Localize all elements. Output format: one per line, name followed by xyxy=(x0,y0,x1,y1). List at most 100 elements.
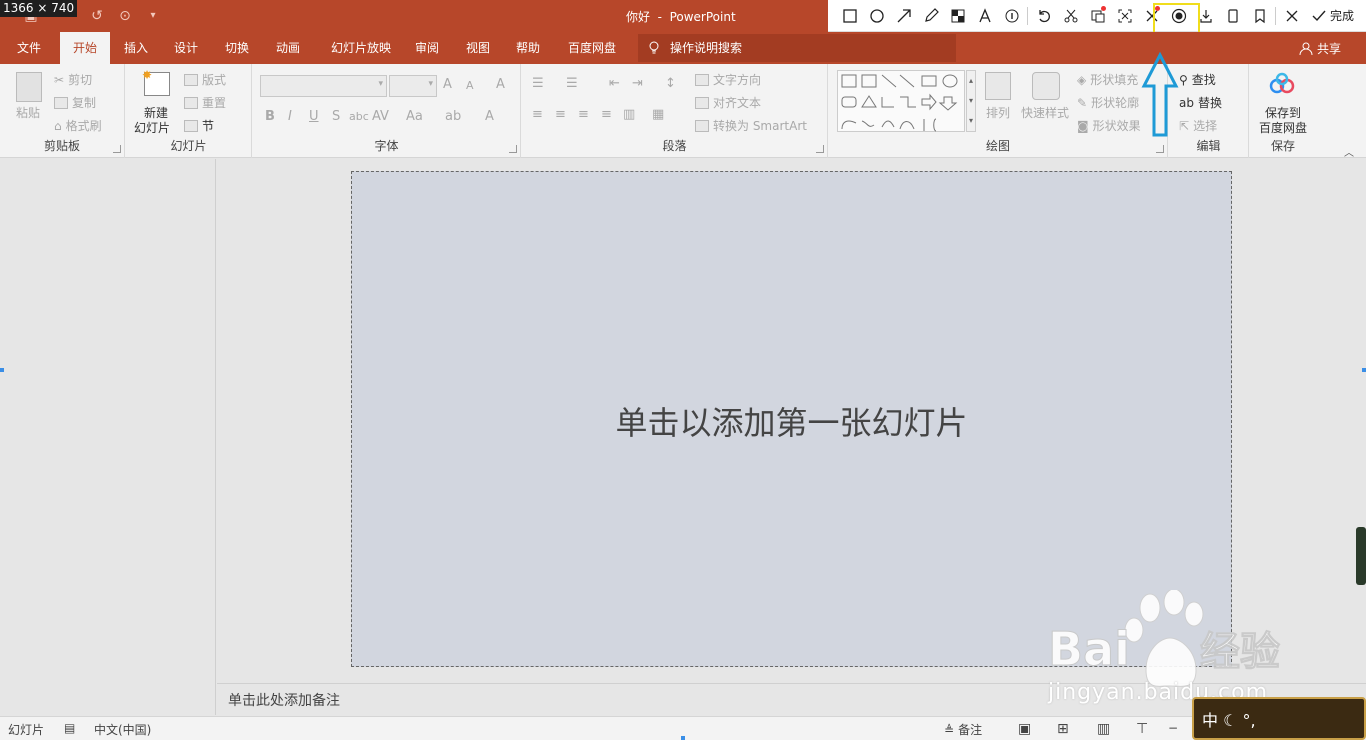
select-button[interactable]: ⇱ 选择 xyxy=(1179,117,1217,134)
layout-button[interactable]: 版式 xyxy=(184,71,226,88)
present-icon[interactable]: ⊙ xyxy=(116,7,134,25)
gallery-scroll[interactable]: ▴ ▾ ▾ xyxy=(966,70,976,132)
close-icon[interactable] xyxy=(1278,2,1305,30)
customize-qat-icon[interactable]: ▾ xyxy=(144,7,162,25)
clear-format-button[interactable]: A xyxy=(496,77,505,92)
pin-icon[interactable] xyxy=(1084,2,1111,30)
font-color-button[interactable]: A xyxy=(485,109,494,124)
cut-button[interactable]: ✂ 剪切 xyxy=(54,71,92,88)
undo-icon[interactable] xyxy=(1030,2,1057,30)
character-spacing-button[interactable]: AV xyxy=(372,109,389,124)
shape-fill-button[interactable]: ◈ 形状填充 xyxy=(1077,71,1138,88)
columns-icon[interactable]: ▦ xyxy=(652,107,664,122)
crop-icon[interactable] xyxy=(1057,2,1084,30)
tab-home[interactable]: 开始 xyxy=(60,32,110,64)
align-right-icon[interactable]: ≡ xyxy=(578,107,589,122)
font-size-combo[interactable] xyxy=(389,75,437,97)
arrange-icon xyxy=(985,72,1011,100)
tab-insert[interactable]: 插入 xyxy=(114,32,158,64)
done-label: 完成 xyxy=(1330,9,1355,23)
tab-slideshow[interactable]: 幻灯片放映 xyxy=(318,32,404,64)
tab-review[interactable]: 审阅 xyxy=(405,32,449,64)
distribute-icon[interactable]: ▥ xyxy=(623,107,635,122)
format-painter-button[interactable]: ⌂ 格式刷 xyxy=(54,117,102,134)
highlight-button[interactable]: ab xyxy=(445,109,461,124)
find-button[interactable]: ⚲ 查找 xyxy=(1179,71,1216,88)
notes-toggle[interactable]: ≜ 备注 xyxy=(944,721,982,738)
tab-file[interactable]: 文件 xyxy=(6,32,52,64)
shrink-font-button[interactable]: A xyxy=(466,79,474,92)
tell-me-search[interactable]: 操作说明搜索 xyxy=(638,34,956,62)
done-button[interactable]: 完成 xyxy=(1311,7,1354,24)
font-launcher[interactable] xyxy=(509,145,517,153)
paragraph-launcher[interactable] xyxy=(816,145,824,153)
text-direction-button[interactable]: 文字方向 xyxy=(695,71,761,88)
spellcheck-icon[interactable]: ▤ xyxy=(64,721,75,735)
normal-view-icon[interactable]: ▣ xyxy=(1018,721,1031,737)
reset-button[interactable]: 重置 xyxy=(184,94,226,111)
quick-styles-icon xyxy=(1032,72,1060,100)
redo-icon[interactable]: ↺ xyxy=(88,7,106,25)
paste-button[interactable]: 粘贴 xyxy=(16,104,40,121)
screen-capture-icon[interactable] xyxy=(1111,2,1138,30)
smartart-icon xyxy=(695,119,709,132)
line-spacing-icon[interactable]: ↕ xyxy=(665,76,676,91)
change-case-button[interactable]: Aa xyxy=(406,109,423,124)
strikethrough-button[interactable]: S xyxy=(332,109,340,124)
shape-outline-button[interactable]: ✎ 形状轮廓 xyxy=(1077,94,1139,111)
tab-view[interactable]: 视图 xyxy=(456,32,500,64)
thumbnail-pane[interactable] xyxy=(0,159,216,715)
save-to-label-2[interactable]: 百度网盘 xyxy=(1259,119,1307,136)
sorter-view-icon[interactable]: ⊞ xyxy=(1057,721,1069,737)
increase-indent-icon[interactable]: ⇥ xyxy=(632,76,643,91)
share-button[interactable]: 共享 xyxy=(1299,40,1341,57)
bookmark-icon[interactable] xyxy=(1246,2,1273,30)
font-name-combo[interactable] xyxy=(260,75,387,97)
side-scroll-handle[interactable] xyxy=(1356,527,1366,585)
tab-design[interactable]: 设计 xyxy=(164,32,208,64)
underline-button[interactable]: U xyxy=(309,109,319,124)
mosaic-icon[interactable] xyxy=(944,2,971,30)
tab-animations[interactable]: 动画 xyxy=(266,32,310,64)
text-shadow-button[interactable]: abc xyxy=(349,110,369,123)
new-slide-label-2[interactable]: 幻灯片 xyxy=(134,119,170,136)
bullets-icon[interactable]: ☰ xyxy=(532,76,544,91)
align-text-button[interactable]: 对齐文本 xyxy=(695,94,761,111)
align-left-icon[interactable]: ≡ xyxy=(532,107,543,122)
slideshow-view-icon[interactable]: ⊤ xyxy=(1136,721,1148,737)
section-button[interactable]: 节 xyxy=(184,117,214,134)
quick-styles-button[interactable]: 快速样式 xyxy=(1021,104,1069,121)
arrange-button[interactable]: 排列 xyxy=(986,104,1010,121)
font-label: 字体 xyxy=(374,139,399,153)
language-indicator[interactable]: 中文(中国) xyxy=(94,721,151,738)
bold-button[interactable]: B xyxy=(265,109,275,124)
tab-baidu-pan[interactable]: 百度网盘 xyxy=(558,32,626,64)
ellipse-icon[interactable] xyxy=(863,2,890,30)
grow-font-button[interactable]: A xyxy=(443,77,452,92)
number-icon[interactable] xyxy=(998,2,1025,30)
smartart-button[interactable]: 转换为 SmartArt xyxy=(695,117,807,134)
copy-button[interactable]: 复制 xyxy=(54,94,96,111)
notes-icon: ≜ xyxy=(944,722,955,737)
collapse-ribbon-icon[interactable]: ︿ xyxy=(1344,144,1354,159)
tab-transitions[interactable]: 切换 xyxy=(215,32,259,64)
text-icon[interactable] xyxy=(971,2,998,30)
rectangle-icon[interactable] xyxy=(836,2,863,30)
justify-icon[interactable]: ≡ xyxy=(601,107,612,122)
shape-effects-button[interactable]: ◙ 形状效果 xyxy=(1077,117,1141,134)
numbering-icon[interactable]: ☰ xyxy=(566,76,578,91)
tab-help[interactable]: 帮助 xyxy=(506,32,550,64)
zoom-out-icon[interactable]: − xyxy=(1168,721,1178,735)
shapes-gallery[interactable] xyxy=(837,70,965,132)
slide-indicator[interactable]: 幻灯片 xyxy=(8,721,44,738)
arrow-icon[interactable] xyxy=(890,2,917,30)
drawing-launcher[interactable] xyxy=(1156,145,1164,153)
italic-button[interactable]: I xyxy=(288,109,292,124)
decrease-indent-icon[interactable]: ⇤ xyxy=(609,76,620,91)
pen-icon[interactable] xyxy=(917,2,944,30)
reading-view-icon[interactable]: ▥ xyxy=(1097,721,1110,737)
align-center-icon[interactable]: ≡ xyxy=(555,107,566,122)
clipboard-launcher[interactable] xyxy=(113,145,121,153)
save-icon[interactable] xyxy=(1219,2,1246,30)
replace-button[interactable]: ab 替换 xyxy=(1179,94,1222,111)
